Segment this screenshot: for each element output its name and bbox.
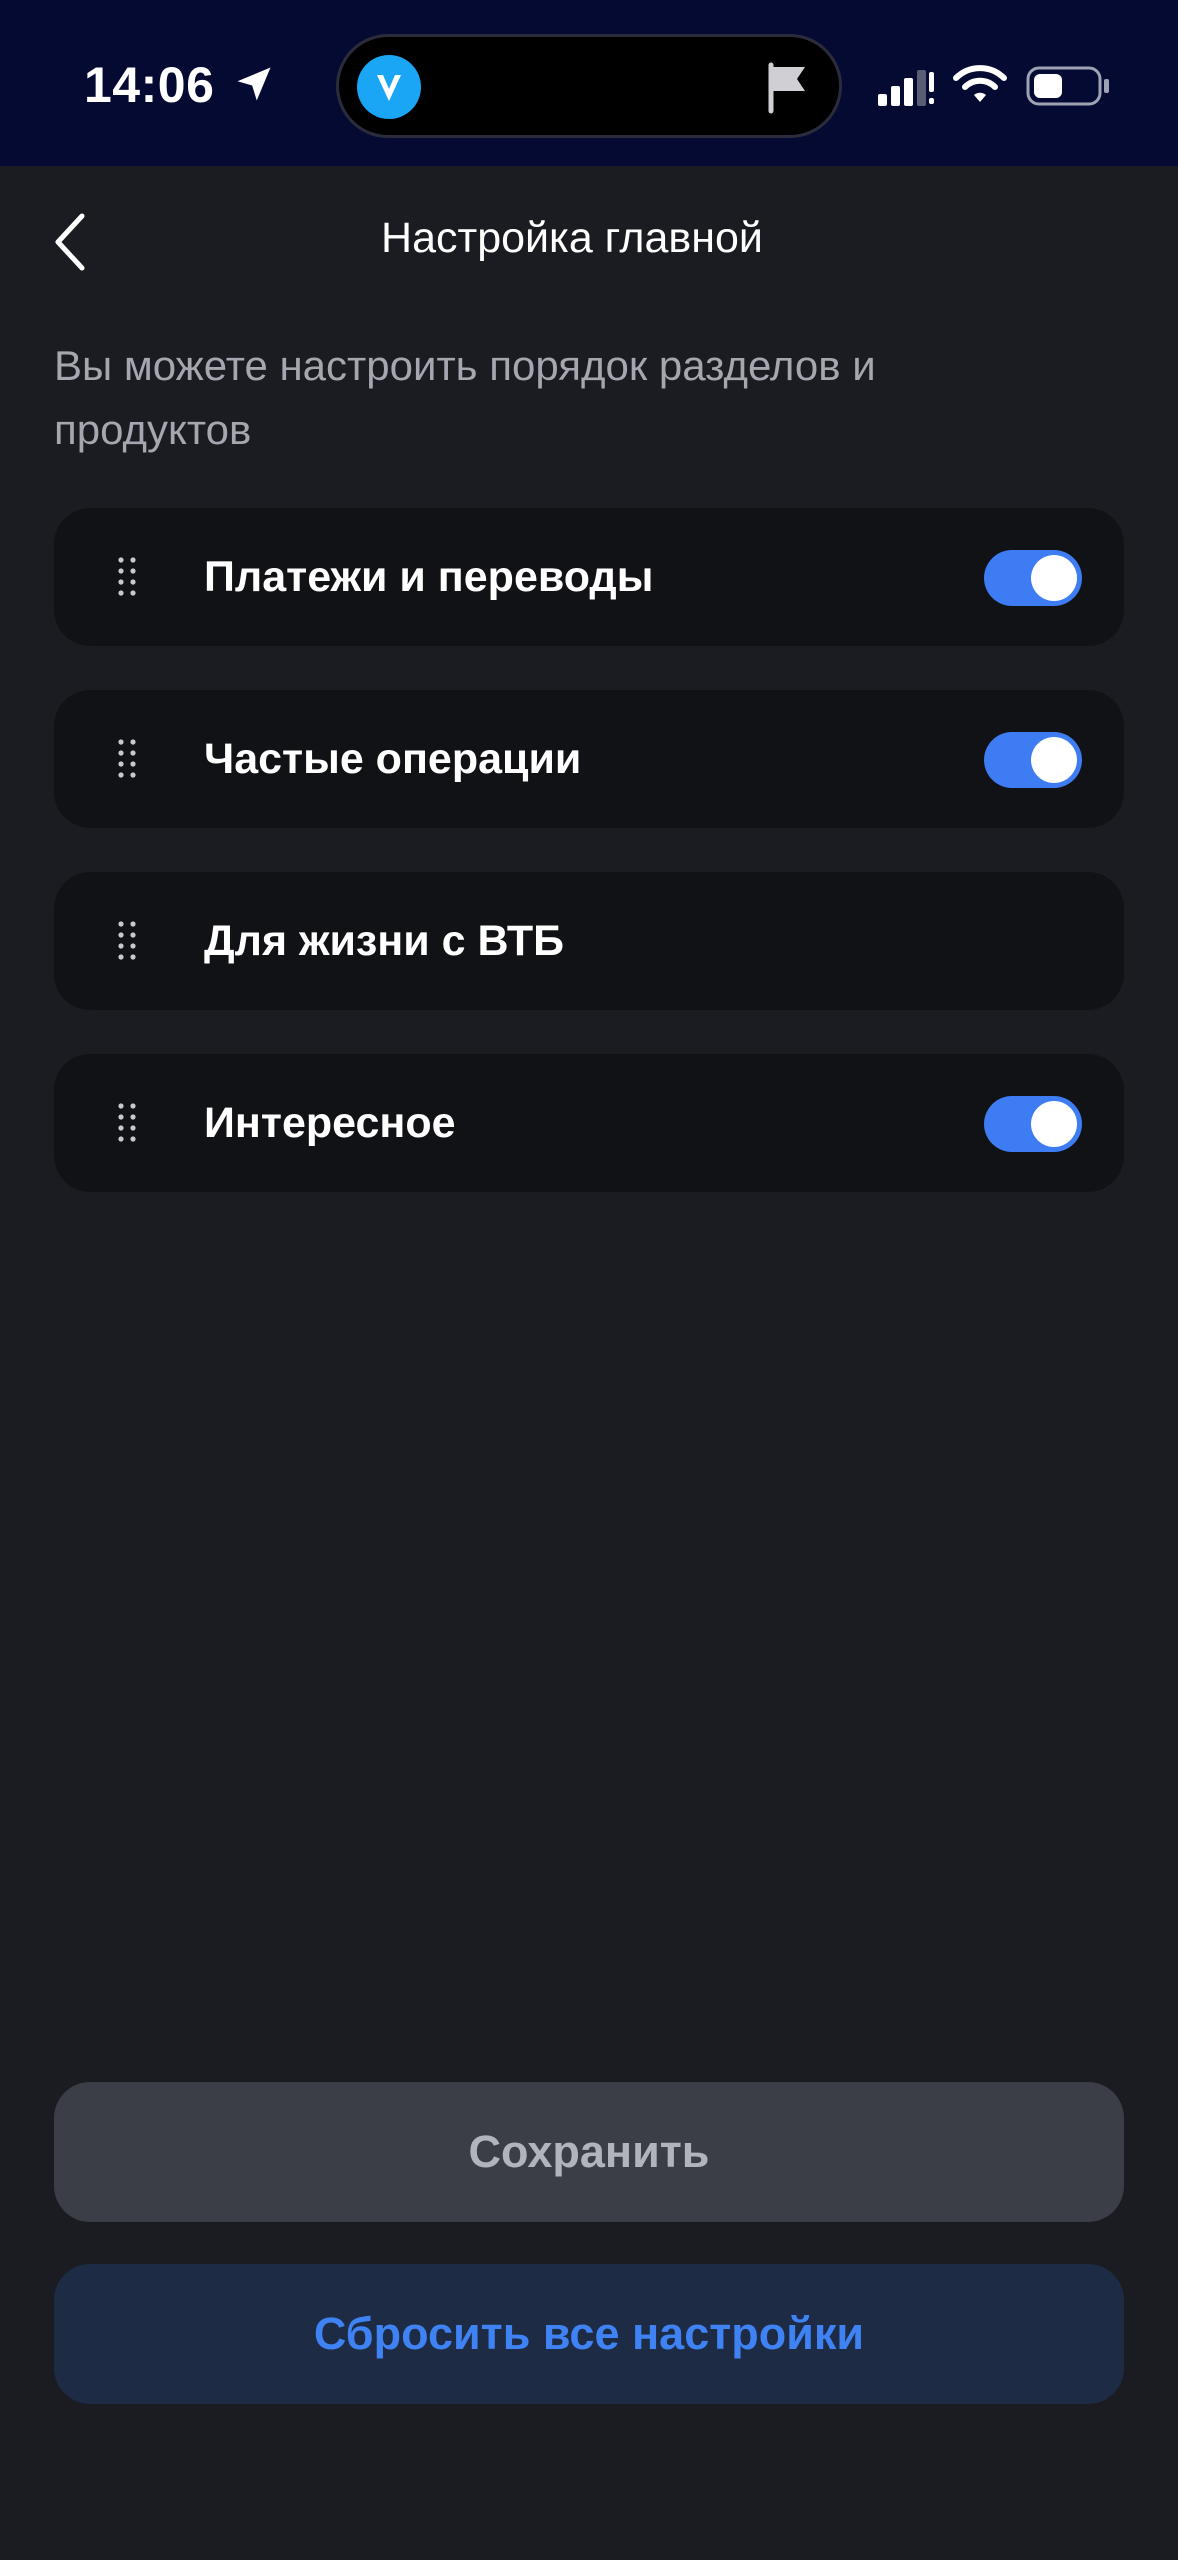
settings-screen: 14:06 Настройка главной Вы можете настро… <box>0 0 1178 2560</box>
section-item-label: Для жизни с ВТБ <box>204 917 565 965</box>
description-text: Вы можете настроить порядок разделов и п… <box>54 342 876 453</box>
section-item-interesting[interactable]: Интересное <box>54 1054 1124 1192</box>
toggle-knob <box>1031 555 1077 601</box>
status-time: 14:06 <box>84 57 215 113</box>
drag-handle-icon[interactable] <box>112 556 142 598</box>
toggle-knob <box>1031 737 1077 783</box>
dynamic-island <box>336 34 842 138</box>
section-item-life-with-vtb[interactable]: Для жизни с ВТБ <box>54 872 1124 1010</box>
drag-handle-icon[interactable] <box>112 738 142 780</box>
drag-handle-icon[interactable] <box>112 920 142 962</box>
status-bar: 14:06 <box>0 0 1178 166</box>
section-item-label: Платежи и переводы <box>204 553 654 601</box>
location-arrow-icon <box>237 67 271 101</box>
section-item-label: Частые операции <box>204 735 582 783</box>
save-button[interactable]: Сохранить <box>54 2082 1124 2222</box>
wifi-icon <box>953 65 1007 102</box>
section-toggle[interactable] <box>984 1096 1082 1152</box>
reset-settings-button[interactable]: Сбросить все настройки <box>54 2264 1124 2404</box>
drag-handle-icon[interactable] <box>112 1102 142 1144</box>
page-title: Настройка главной <box>381 214 763 262</box>
section-item-frequent-operations[interactable]: Частые операции <box>54 690 1124 828</box>
section-toggle[interactable] <box>984 732 1082 788</box>
section-item-label: Интересное <box>204 1099 456 1147</box>
battery-icon <box>1026 66 1109 106</box>
flag-icon <box>768 62 805 114</box>
toggle-knob <box>1031 1101 1077 1147</box>
section-toggle[interactable] <box>984 550 1082 606</box>
vtb-app-icon <box>357 55 421 119</box>
cellular-signal-icon <box>878 70 934 106</box>
section-item-payments[interactable]: Платежи и переводы <box>54 508 1124 646</box>
